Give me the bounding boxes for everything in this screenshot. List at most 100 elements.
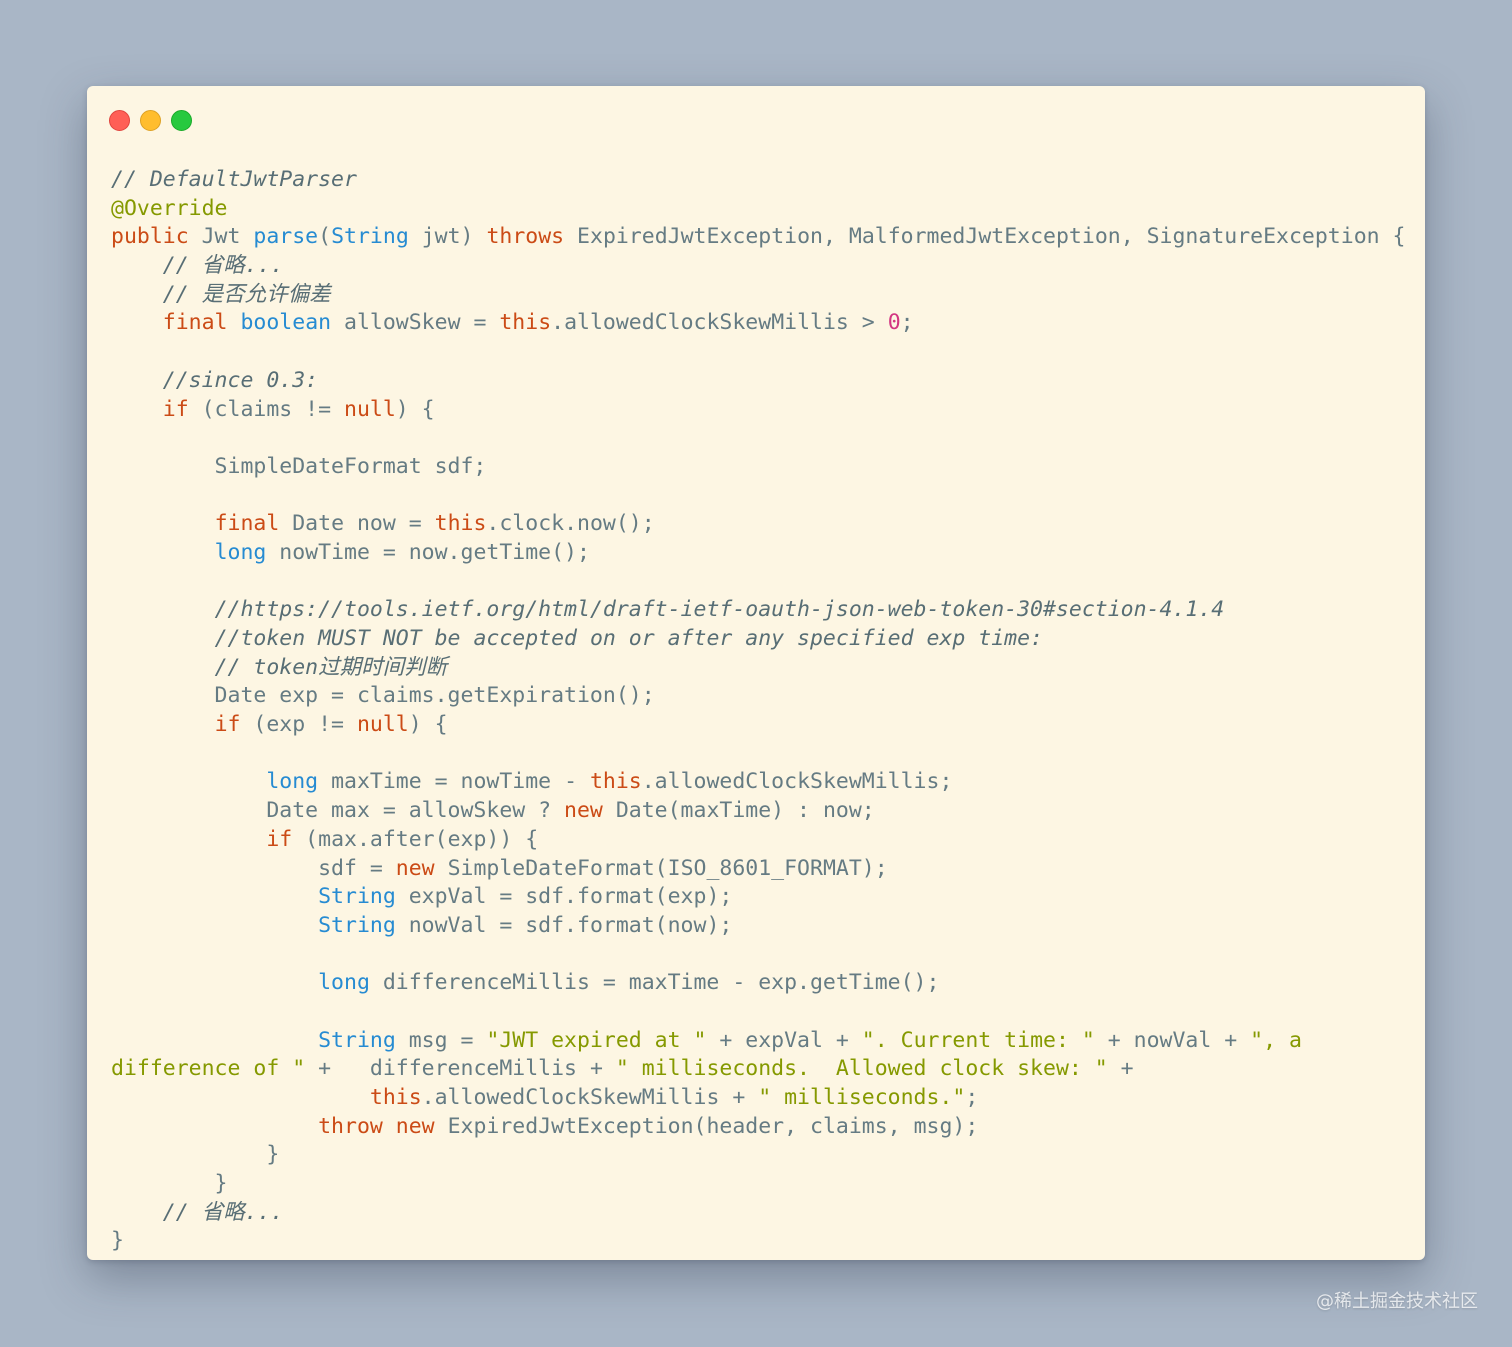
code-token-plain: maxTime = nowTime - — [318, 769, 590, 795]
code-line: // 省略... — [111, 1199, 1405, 1228]
code-token-comment: // 是否允许偏差 — [162, 281, 331, 307]
code-token-string: " milliseconds." — [758, 1085, 966, 1110]
code-token-plain: (max.after(exp)) { — [292, 826, 539, 852]
code-token-plain: SimpleDateFormat sdf; — [111, 453, 487, 479]
zoom-window-button[interactable] — [171, 110, 192, 131]
code-token-comment: //https://tools.ietf.org/html/draft-ietf… — [214, 597, 1225, 623]
code-token-plain: msg = — [395, 1027, 487, 1053]
code-token-plain: + differenceMillis + — [305, 1056, 616, 1082]
code-token-comment: //token MUST NOT be accepted on or after… — [214, 626, 1043, 651]
code-line: } — [111, 1227, 1405, 1256]
code-line: throw new ExpiredJwtException(header, cl… — [111, 1113, 1405, 1142]
code-token-plain: .allowedClockSkewMillis; — [641, 769, 953, 795]
code-token-keyword: final — [214, 511, 280, 537]
code-token-plain: nowVal = sdf.format(now); — [395, 912, 733, 938]
code-token-comment: // DefaultJwtParser — [111, 167, 357, 192]
code-token-func: parse — [253, 224, 319, 250]
code-line: final Date now = this.clock.now(); — [111, 510, 1405, 539]
code-token-plain: Jwt — [188, 224, 254, 250]
code-token-plain: .allowedClockSkewMillis > — [551, 310, 888, 336]
code-token-plain: + nowVal + — [1094, 1027, 1251, 1053]
code-line: @Override — [111, 195, 1405, 224]
code-line: // 省略... — [111, 252, 1405, 281]
watermark: @稀土掘金技术社区 — [1316, 1291, 1478, 1312]
code-line: SimpleDateFormat sdf; — [111, 453, 1405, 482]
code-line: String msg = "JWT expired at " + expVal … — [111, 1027, 1405, 1056]
code-line: //https://tools.ietf.org/html/draft-ietf… — [111, 596, 1405, 625]
code-line: // token过期时间判断 — [111, 654, 1405, 683]
code-token-plain: Date exp = claims.getExpiration(); — [111, 683, 655, 709]
code-token-comment: // token过期时间判断 — [214, 654, 448, 680]
code-line: if (exp != null) { — [111, 711, 1405, 740]
code-line: // DefaultJwtParser — [111, 166, 1405, 195]
code-line: long maxTime = nowTime - this.allowedClo… — [111, 768, 1405, 797]
code-token-plain: differenceMillis = maxTime - exp.getTime… — [369, 970, 940, 996]
code-token-keyword: throw — [318, 1113, 383, 1139]
code-token-comment: // 省略... — [162, 253, 284, 279]
code-token-keyword: this — [589, 769, 642, 795]
code-token-comment: // 省略... — [162, 1199, 284, 1225]
code-token-plain: ; — [900, 310, 914, 336]
code-token-plain: .clock.now(); — [486, 511, 655, 537]
code-line: final boolean allowSkew = this.allowedCl… — [111, 309, 1405, 338]
code-line: } — [111, 1170, 1405, 1199]
code-token-plain: jwt) — [408, 224, 487, 250]
code-block: // DefaultJwtParser @Override public Jwt p… — [111, 166, 1405, 1256]
code-token-type: long — [214, 539, 267, 565]
code-line: //since 0.3: — [111, 367, 1405, 396]
code-token-plain: ExpiredJwtException(header, claims, msg)… — [434, 1113, 979, 1139]
code-token-string: "JWT expired at " — [486, 1027, 707, 1053]
code-token-number: 0 — [887, 310, 901, 336]
code-token-plain: + expVal + — [706, 1027, 862, 1053]
code-line: String nowVal = sdf.format(now); — [111, 912, 1405, 941]
code-token-string: ", a — [1250, 1027, 1302, 1053]
minimize-window-button[interactable] — [140, 110, 161, 131]
code-token-keyword: new — [395, 855, 435, 881]
code-line: } — [111, 1141, 1405, 1170]
code-token-plain: Date max = allowSkew ? — [111, 798, 565, 824]
code-token-keyword: this — [499, 310, 552, 336]
code-token-plain: } — [111, 1171, 228, 1197]
code-token-keyword: new — [395, 1113, 435, 1139]
code-token-type: long — [318, 970, 370, 996]
code-token-keyword: null — [344, 396, 396, 422]
code-token-type: String — [331, 224, 409, 250]
close-window-button[interactable] — [109, 110, 130, 131]
code-line: if (claims != null) { — [111, 396, 1405, 425]
code-token-keyword: if — [266, 826, 293, 852]
code-token-keyword: public — [111, 224, 189, 250]
code-line: this.allowedClockSkewMillis + " millisec… — [111, 1084, 1405, 1113]
code-line: // 是否允许偏差 — [111, 281, 1405, 310]
code-line: long nowTime = now.getTime(); — [111, 539, 1405, 568]
code-window: // DefaultJwtParser @Override public Jwt p… — [87, 86, 1425, 1260]
code-line: //token MUST NOT be accepted on or after… — [111, 625, 1405, 654]
code-line: long differenceMillis = maxTime - exp.ge… — [111, 969, 1405, 998]
code-token-keyword: this — [369, 1085, 422, 1110]
code-token-keyword: null — [356, 712, 409, 738]
code-line: Date exp = claims.getExpiration(); — [111, 682, 1405, 711]
code-token-type: long — [266, 769, 319, 795]
code-token-type: String — [318, 912, 396, 938]
code-line: public Jwt parse(String jwt) throws Expi… — [111, 223, 1405, 252]
